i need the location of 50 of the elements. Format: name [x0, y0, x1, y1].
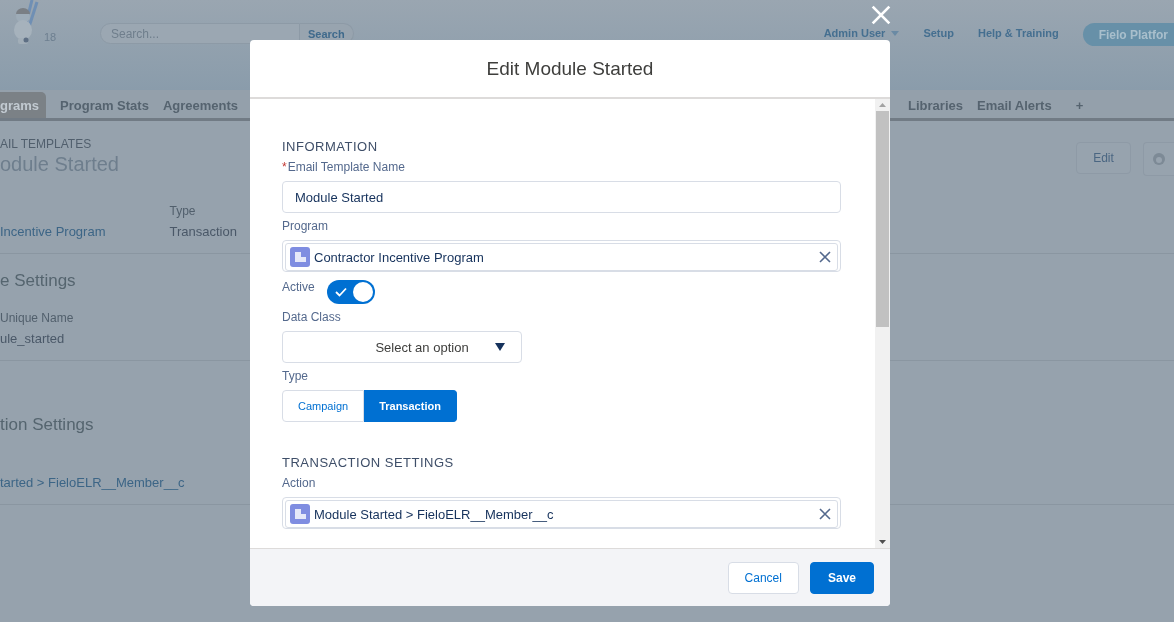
close-icon[interactable] — [871, 5, 891, 25]
lookup-field[interactable]: Contractor Incentive Program — [282, 240, 841, 272]
remove-icon[interactable] — [819, 508, 831, 520]
nav-tab[interactable]: Email Alerts — [969, 92, 1059, 118]
select-field[interactable]: Select an option — [282, 331, 522, 363]
header-link[interactable]: Help & Training — [977, 27, 1059, 39]
lookup-field[interactable]: Module Started > FieloELR__Member__c — [282, 497, 841, 529]
scrollbar[interactable] — [875, 99, 890, 548]
section-heading: TRANSACTION SETTINGS — [282, 455, 455, 470]
field-label: Data Class — [282, 310, 342, 324]
check-icon — [334, 287, 347, 297]
save-button[interactable]: Save — [809, 561, 874, 594]
section-heading: INFORMATION — [282, 139, 379, 154]
type-option[interactable]: Transaction — [364, 390, 457, 422]
section-title: tion Settings — [0, 414, 94, 435]
field-label: *Email Template Name — [282, 160, 406, 174]
field-label: Type — [282, 369, 309, 383]
nav-tab[interactable]: Agreements — [155, 92, 246, 118]
record-icon — [290, 504, 310, 524]
app-button[interactable]: Fielo Platfor — [1082, 23, 1174, 46]
object-label: AIL TEMPLATES — [0, 137, 92, 151]
header-link[interactable]: Setup — [923, 27, 954, 39]
nav-tab[interactable]: Libraries — [901, 92, 970, 118]
field-label: Unique Name — [0, 311, 74, 325]
nav-tab[interactable]: Program Stats — [53, 92, 156, 118]
caret-icon — [495, 343, 505, 351]
section-title: e Settings — [0, 270, 76, 291]
add-tab-button[interactable]: + — [1068, 92, 1091, 118]
field-label: Program — [282, 219, 329, 233]
field-label: Type — [169, 204, 196, 218]
user-menu[interactable]: Admin User — [823, 27, 900, 39]
edit-button[interactable]: Edit — [1076, 142, 1131, 174]
record-icon — [290, 247, 310, 267]
nav-tab[interactable]: grams — [0, 92, 47, 118]
selected-value: Module Started > FieloELR__Member__c — [314, 506, 555, 522]
toggle-switch[interactable] — [326, 280, 375, 304]
field-label: Action — [282, 476, 317, 490]
dialog-title: Edit Module Started — [486, 57, 654, 80]
remove-icon[interactable] — [819, 251, 831, 263]
record-link[interactable]: Incentive Program — [0, 224, 106, 239]
field-value: ule_started — [0, 331, 65, 346]
cancel-button[interactable]: Cancel — [727, 561, 799, 594]
text-field[interactable]: Module Started — [282, 181, 841, 213]
person-icon — [1152, 152, 1166, 166]
selected-value: Contractor Incentive Program — [314, 249, 485, 265]
type-option[interactable]: Campaign — [282, 390, 365, 422]
field-value: Transaction — [169, 224, 237, 239]
record-link[interactable]: tarted > FieloELR__Member__c — [0, 475, 185, 490]
field-label: Active — [282, 280, 315, 294]
caret-icon — [891, 30, 900, 36]
